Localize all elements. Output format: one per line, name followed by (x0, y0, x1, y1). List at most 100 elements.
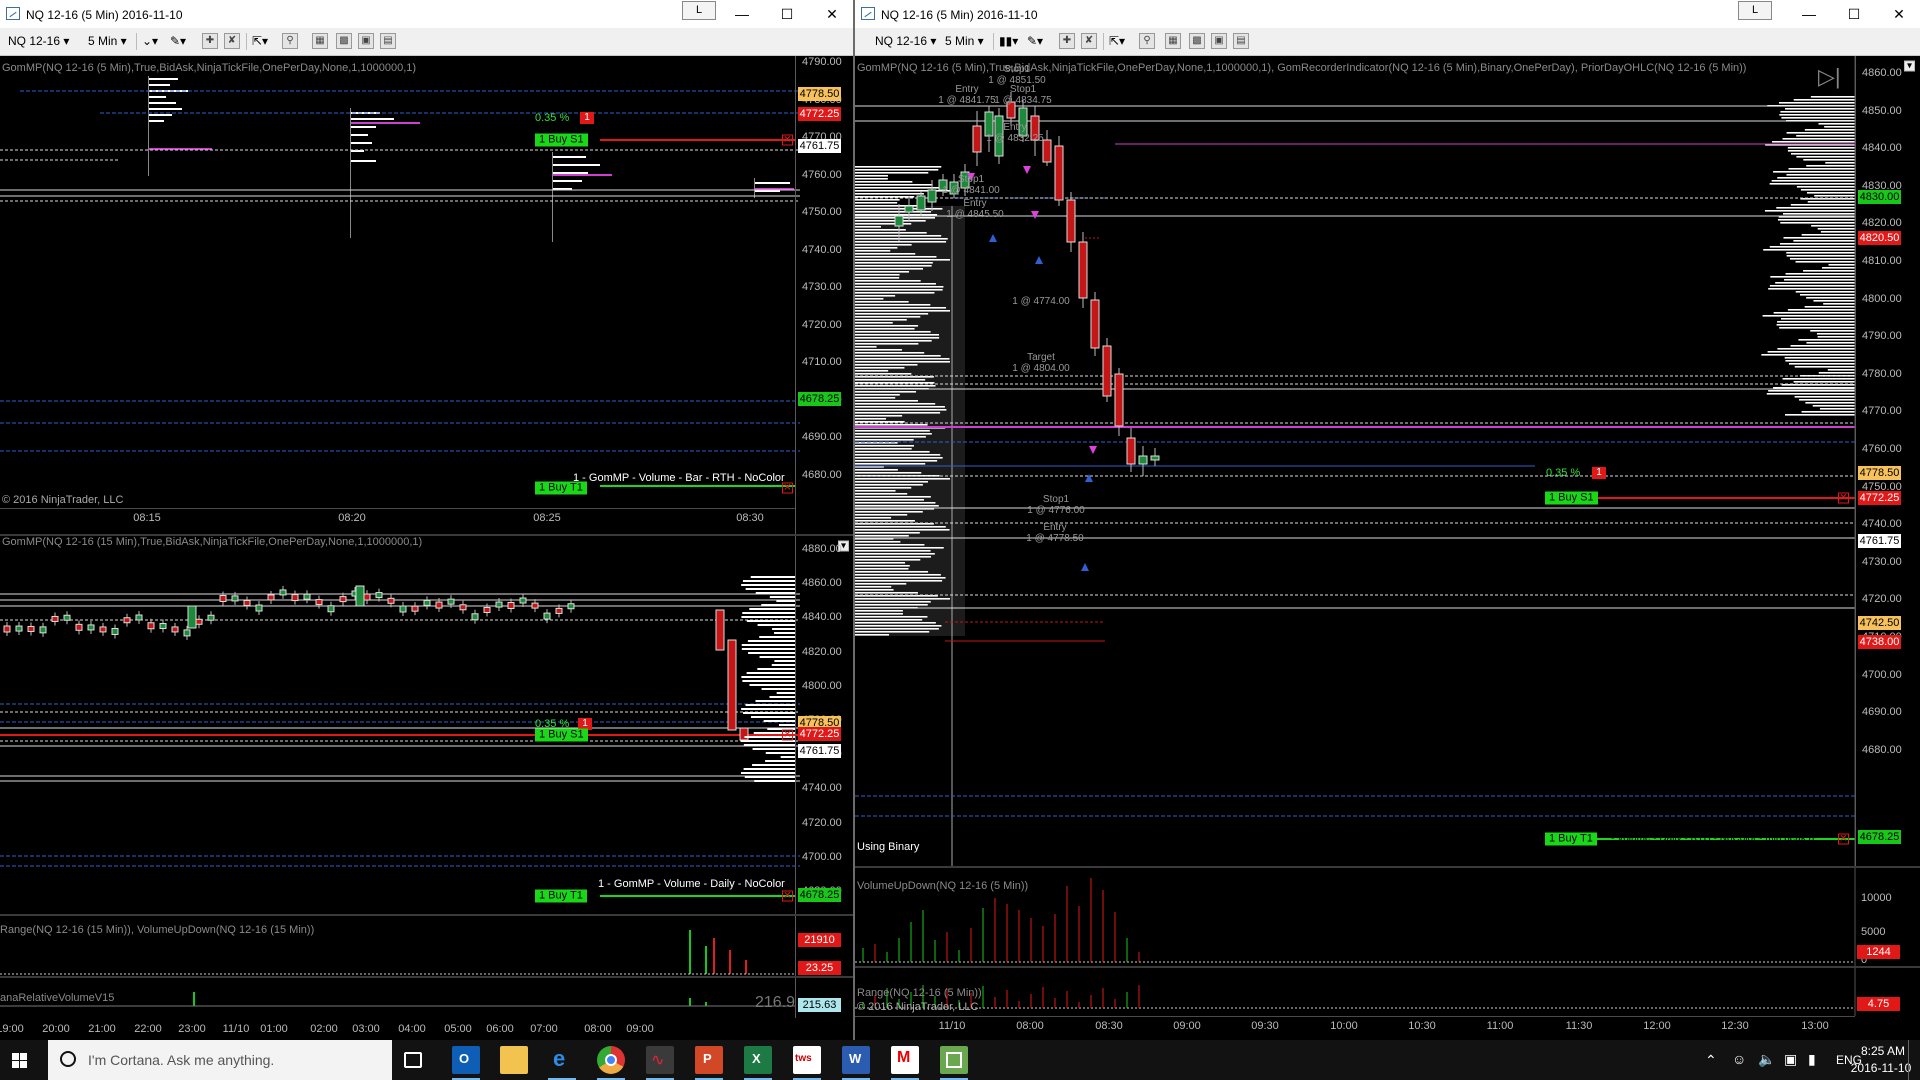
left-range-pane[interactable]: Range(NQ 12-16 (15 Min)), VolumeUpDown(N… (0, 916, 853, 976)
edge-browser-icon[interactable]: e (548, 1046, 576, 1080)
people-icon[interactable]: ☺ (1732, 1051, 1746, 1067)
magnifier-icon[interactable]: ⚲ (282, 33, 298, 49)
cancel-order-icon[interactable]: ✕ (782, 134, 793, 146)
chart-trader-icon[interactable]: ▦ (1165, 33, 1181, 49)
word-icon[interactable]: W (842, 1046, 870, 1080)
tray-expand-icon[interactable]: ⌃ (1705, 1052, 1717, 1069)
left-top-price-axis[interactable]: 4790.004780.004770.004760.004750.004740.… (795, 56, 853, 534)
volume-profile-bar (855, 349, 902, 351)
link-button[interactable]: L (1738, 1, 1772, 20)
strategies-icon[interactable]: ▣ (1211, 33, 1227, 49)
powerpoint-icon[interactable]: P (695, 1046, 723, 1080)
file-explorer-icon[interactable] (500, 1046, 528, 1074)
right-range-pane[interactable]: Range(NQ 12-16 (5 Min)) © 2016 NinjaTrad… (855, 968, 1920, 1016)
magnifier-icon[interactable]: ⚲ (1139, 33, 1155, 49)
acrobat-icon[interactable]: M (891, 1046, 919, 1080)
tws-icon[interactable]: tws (793, 1046, 821, 1080)
maximize-icon[interactable]: ☐ (1839, 4, 1869, 24)
close-icon[interactable]: ✕ (817, 4, 847, 24)
left-top-price-pane[interactable]: GomMP(NQ 12-16 (5 Min),True,BidAsk,Ninja… (0, 56, 853, 534)
left-bottom-price-pane[interactable]: GomMP(NQ 12-16 (15 Min),True,BidAsk,Ninj… (0, 536, 853, 914)
volume-profile-bar (776, 692, 795, 694)
maximize-icon[interactable]: ☐ (772, 4, 802, 24)
buy-stop-tag[interactable]: 1 Buy S1 (1545, 491, 1598, 505)
left-instrument-selector[interactable]: NQ 12-16 ▾ (8, 33, 69, 50)
left-chart-window[interactable]: NQ 12-16 (5 Min) 2016-11-10 L — ☐ ✕ NQ 1… (0, 0, 855, 1040)
volume-profile-bar (1768, 390, 1855, 392)
left-relvol-pane[interactable]: anaRelativeVolumeV15 216.9 215.63 (0, 978, 853, 1018)
volume-profile-bar (855, 394, 900, 396)
chart-trader-icon[interactable]: ▦ (312, 33, 328, 49)
order-count-box[interactable]: 1 (1592, 467, 1606, 479)
left-range-axis[interactable]: 21910 23.25 (795, 916, 853, 976)
right-range-axis[interactable]: 4.75 (1855, 968, 1920, 1016)
volume-profile-bar (1825, 162, 1855, 164)
cancel-order-icon[interactable]: ✕ (1838, 492, 1849, 504)
strategies-icon[interactable]: ▣ (358, 33, 374, 49)
link-button[interactable]: L (682, 1, 716, 20)
buy-stop-tag[interactable]: 1 Buy S1 (535, 728, 588, 742)
cancel-order-icon[interactable]: ✕ (782, 729, 793, 741)
drawing-tool-icon[interactable]: ✎▾ (170, 33, 186, 50)
buy-target-tag[interactable]: 1 Buy T1 (535, 889, 587, 903)
right-volume-pane[interactable]: VolumeUpDown(NQ 12-16 (5 Min)) 10000 500… (855, 868, 1920, 966)
clock-date[interactable]: 2016-11-10 (1846, 1061, 1916, 1075)
right-main-price-axis[interactable]: 4860.00 4850.00 4840.00 4830.00 4820.00 4810.… (1855, 56, 1920, 866)
cancel-target-icon[interactable]: ✕ (782, 890, 793, 902)
properties-icon[interactable]: ▤ (1233, 33, 1249, 49)
show-desktop-button[interactable] (1908, 1040, 1909, 1080)
buy-stop-tag[interactable]: 1 Buy S1 (535, 133, 588, 147)
left-bottom-price-axis[interactable]: 4880.004860.004840.004820.004800.004780.… (795, 536, 853, 914)
right-title-bar[interactable]: NQ 12-16 (5 Min) 2016-11-10 L — ☐ ✕ (855, 0, 1920, 28)
buy-target-tag[interactable]: 1 Buy T1 (535, 481, 587, 495)
eraser-icon[interactable]: ✘ (224, 33, 240, 49)
cancel-target-icon[interactable]: ✕ (1838, 833, 1849, 845)
close-icon[interactable]: ✕ (1884, 4, 1914, 24)
right-volume-axis[interactable]: 10000 5000 0 1244 (1855, 868, 1920, 966)
task-view-icon[interactable] (404, 1052, 422, 1068)
order-count-box[interactable]: 1 (580, 112, 594, 124)
right-main-price-pane[interactable]: GomMP(NQ 12-16 (5 Min),True,BidAsk,Ninja… (855, 56, 1920, 866)
left-relvol-axis[interactable]: 215.63 (795, 978, 853, 1018)
buy-target-tag[interactable]: 1 Buy T1 (1545, 832, 1597, 846)
clock-time[interactable]: 8:25 AM (1858, 1044, 1908, 1058)
left-bottom-time-axis[interactable]: 19:00 20:00 21:00 22:00 23:00 11/10 01:00 02:00… (0, 1020, 795, 1038)
battery-icon[interactable]: ▮ (1808, 1051, 1816, 1068)
cortana-search-box[interactable]: I'm Cortana. Ask me anything. (48, 1040, 392, 1080)
zoom-icon[interactable]: ⇱▾ (1109, 33, 1125, 50)
ninjatrader-icon[interactable]: ∿ (646, 1046, 674, 1080)
cancel-target-icon[interactable]: ✕ (782, 482, 793, 494)
chart-style-icon[interactable]: ▮▮▾ (999, 33, 1018, 50)
candle-body (171, 626, 179, 633)
eraser-icon[interactable]: ✘ (1081, 33, 1097, 49)
network-icon[interactable]: ▣ (1784, 1051, 1797, 1068)
crosshair-icon[interactable]: ✚ (1059, 33, 1075, 49)
crosshair-icon[interactable]: ✚ (202, 33, 218, 49)
left-title-bar[interactable]: NQ 12-16 (5 Min) 2016-11-10 L — ☐ ✕ (0, 0, 853, 28)
chart-style-icon[interactable]: ⌄▾ (142, 33, 158, 50)
right-instrument-selector[interactable]: NQ 12-16 ▾ (875, 33, 936, 50)
volume-profile-bar (855, 250, 891, 252)
indicators-icon[interactable]: ▩ (1189, 33, 1205, 49)
volume-profile-bar (1806, 342, 1855, 344)
right-interval-selector[interactable]: 5 Min ▾ (945, 33, 984, 50)
right-chart-window[interactable]: NQ 12-16 (5 Min) 2016-11-10 L — ☐ ✕ NQ 1… (855, 0, 1920, 1040)
excel-icon[interactable]: X (744, 1046, 772, 1080)
properties-icon[interactable]: ▤ (380, 33, 396, 49)
left-interval-selector[interactable]: 5 Min ▾ (88, 33, 127, 50)
chrome-icon[interactable] (597, 1046, 625, 1080)
gomrecorder-icon[interactable] (940, 1046, 968, 1080)
left-top-time-axis[interactable]: 08:15 08:20 08:25 08:30 (0, 508, 795, 527)
right-time-axis[interactable]: 11/10 08:00 08:30 09:00 09:30 10:00 10:30 11:00… (855, 1016, 1855, 1035)
drawing-tool-icon[interactable]: ✎▾ (1027, 33, 1043, 50)
indicators-icon[interactable]: ▩ (336, 33, 352, 49)
outlook-icon[interactable]: O (452, 1046, 480, 1080)
minimize-icon[interactable]: — (727, 4, 757, 24)
volume-icon[interactable]: 🔈 (1758, 1051, 1775, 1068)
zoom-icon[interactable]: ⇱▾ (252, 33, 268, 50)
windows-start-icon[interactable] (12, 1053, 27, 1068)
skip-to-end-icon[interactable]: ▷| (1818, 64, 1841, 90)
volume-profile-bar (855, 325, 919, 327)
volume-profile-bar (855, 361, 950, 363)
minimize-icon[interactable]: — (1794, 4, 1824, 24)
